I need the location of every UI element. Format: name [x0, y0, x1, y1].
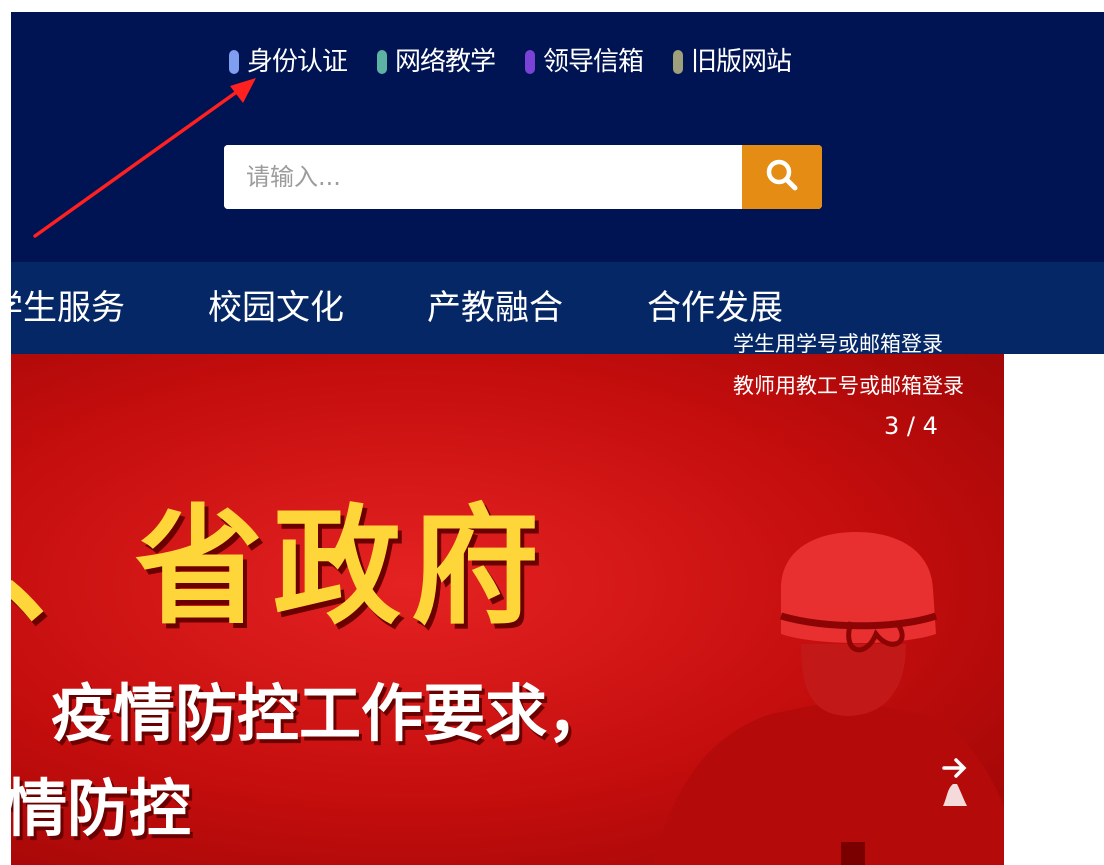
- banner-third-line: 情防控: [11, 772, 192, 845]
- pill-icon: [229, 50, 239, 74]
- teacher-login-hint: 教师用教工号或邮箱登录: [733, 374, 964, 398]
- search-box: [224, 145, 822, 209]
- arrow-right-icon: [942, 758, 967, 806]
- quick-link-label: 身份认证: [247, 47, 348, 77]
- nav-item-cooperation[interactable]: 合作发展: [647, 284, 783, 332]
- search-input[interactable]: [224, 145, 740, 209]
- slide-counter: 3 / 4: [884, 412, 938, 440]
- nav-item-industry-education[interactable]: 产教融合: [427, 284, 563, 332]
- top-border: [0, 0, 1104, 12]
- quick-link-label: 领导信箱: [543, 47, 644, 77]
- banner-headline: 、省政府: [11, 492, 550, 642]
- search-button[interactable]: [742, 145, 822, 209]
- quick-link-old-site[interactable]: 旧版网站: [673, 44, 792, 80]
- pill-icon: [673, 50, 684, 74]
- banner-subheadline: 疫情防控工作要求，: [51, 677, 610, 750]
- worker-figure-illustration: [653, 532, 1004, 865]
- quick-link-online-teaching[interactable]: 网络教学: [377, 44, 496, 80]
- search-icon: [762, 155, 802, 199]
- student-login-hint: 学生用学号或邮箱登录: [733, 332, 943, 356]
- pill-icon: [377, 50, 388, 74]
- next-slide-button[interactable]: [941, 756, 971, 812]
- nav-item-student-services[interactable]: 学生服务: [11, 284, 125, 332]
- pill-icon: [525, 50, 536, 74]
- quick-links-bar: 身份认证 网络教学 领导信箱 旧版网站: [229, 44, 792, 80]
- quick-link-label: 网络教学: [395, 47, 496, 77]
- quick-link-leader-mailbox[interactable]: 领导信箱: [525, 44, 644, 80]
- quick-link-identity-auth[interactable]: 身份认证: [229, 44, 348, 80]
- nav-item-campus-culture[interactable]: 校园文化: [208, 284, 344, 332]
- banner-slide[interactable]: 、省政府 疫情防控工作要求， 情防控: [11, 354, 1004, 865]
- quick-link-label: 旧版网站: [691, 47, 792, 77]
